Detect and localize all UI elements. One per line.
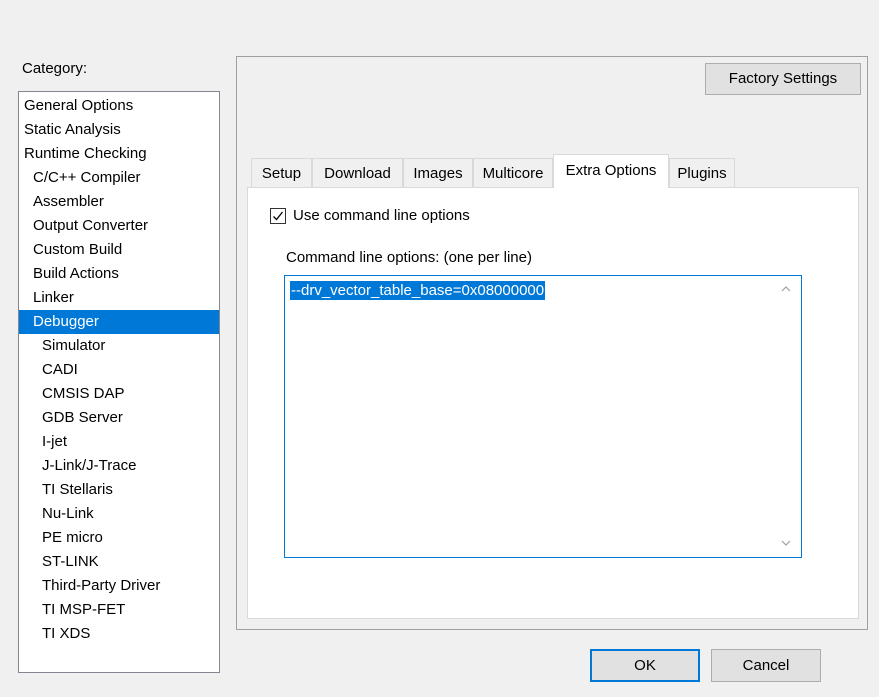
category-item-simulator[interactable]: Simulator: [19, 334, 219, 358]
category-item-build-actions[interactable]: Build Actions: [19, 262, 219, 286]
category-item-custom-build[interactable]: Custom Build: [19, 238, 219, 262]
category-item-general-options[interactable]: General Options: [19, 94, 219, 118]
category-item-output-converter[interactable]: Output Converter: [19, 214, 219, 238]
category-item-nu-link[interactable]: Nu-Link: [19, 502, 219, 526]
category-item-ti-stellaris[interactable]: TI Stellaris: [19, 478, 219, 502]
category-item-ti-msp-fet[interactable]: TI MSP-FET: [19, 598, 219, 622]
category-item-assembler[interactable]: Assembler: [19, 190, 219, 214]
category-item-c-cpp-compiler[interactable]: C/C++ Compiler: [19, 166, 219, 190]
tab-setup[interactable]: Setup: [251, 158, 312, 187]
category-item-gdb-server[interactable]: GDB Server: [19, 406, 219, 430]
tab-extra-options[interactable]: Extra Options: [553, 154, 669, 188]
category-item-linker[interactable]: Linker: [19, 286, 219, 310]
category-item-pe-micro[interactable]: PE micro: [19, 526, 219, 550]
tab-multicore[interactable]: Multicore: [473, 158, 553, 187]
cancel-button[interactable]: Cancel: [711, 649, 821, 682]
category-item-cadi[interactable]: CADI: [19, 358, 219, 382]
category-item-debugger[interactable]: Debugger: [19, 310, 219, 334]
use-command-line-label[interactable]: Use command line options: [293, 207, 470, 224]
category-list[interactable]: General Options Static Analysis Runtime …: [18, 91, 220, 673]
category-item-third-party-driver[interactable]: Third-Party Driver: [19, 574, 219, 598]
category-item-j-link[interactable]: J-Link/J-Trace: [19, 454, 219, 478]
scroll-down-icon[interactable]: [780, 536, 792, 548]
factory-settings-button[interactable]: Factory Settings: [705, 63, 861, 95]
use-command-line-checkbox[interactable]: [270, 208, 286, 224]
command-line-options-label: Command line options: (one per line): [286, 249, 532, 266]
tab-download[interactable]: Download: [312, 158, 403, 187]
category-item-runtime-checking[interactable]: Runtime Checking: [19, 142, 219, 166]
category-item-ti-xds[interactable]: TI XDS: [19, 622, 219, 646]
category-item-i-jet[interactable]: I-jet: [19, 430, 219, 454]
category-item-cmsis-dap[interactable]: CMSIS DAP: [19, 382, 219, 406]
category-label: Category:: [22, 60, 88, 77]
tab-plugins[interactable]: Plugins: [669, 158, 735, 187]
tab-images[interactable]: Images: [403, 158, 473, 187]
category-item-st-link[interactable]: ST-LINK: [19, 550, 219, 574]
checkmark-icon: [273, 211, 284, 221]
category-item-static-analysis[interactable]: Static Analysis: [19, 118, 219, 142]
scroll-up-icon[interactable]: [780, 282, 792, 294]
ok-button[interactable]: OK: [590, 649, 700, 682]
command-line-options-textarea[interactable]: [284, 275, 802, 558]
command-line-text[interactable]: --drv_vector_table_base=0x08000000: [290, 281, 546, 300]
